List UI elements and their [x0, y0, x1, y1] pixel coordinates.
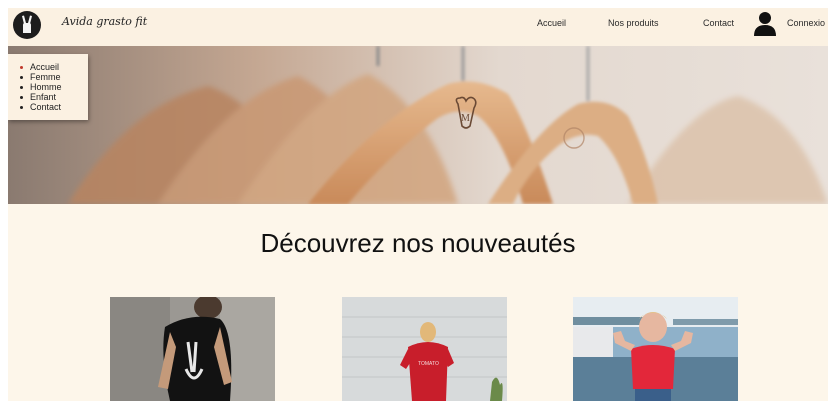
product-card-2[interactable]: TOMATO [342, 297, 507, 401]
side-menu-enfant[interactable]: Enfant [20, 92, 88, 102]
side-menu: Accueil Femme Homme Enfant Contact [8, 54, 88, 120]
page: Avida grasto fit Accueil Nos produits Co… [8, 8, 828, 401]
top-navbar: Avida grasto fit Accueil Nos produits Co… [8, 8, 828, 46]
svg-text:TOMATO: TOMATO [418, 361, 439, 367]
peace-hand-icon[interactable] [13, 11, 41, 39]
nav-contact[interactable]: Contact [703, 18, 734, 28]
nav-nos-produits[interactable]: Nos produits [608, 18, 659, 28]
woman-red-tshirt-dress-photo: TOMATO [342, 297, 507, 401]
brand-name[interactable]: Avida grasto fit [62, 15, 147, 28]
nav-accueil[interactable]: Accueil [537, 18, 566, 28]
man-skeleton-tshirt-photo [110, 297, 275, 401]
side-menu-accueil[interactable]: Accueil [20, 62, 88, 72]
user-icon[interactable] [752, 10, 778, 36]
side-menu-contact[interactable]: Contact [20, 102, 88, 112]
child-red-tshirt-photo [573, 297, 738, 401]
wooden-hangers-photo: M [8, 46, 828, 204]
svg-text:M: M [461, 113, 470, 124]
section-title: Découvrez nos nouveautés [260, 228, 576, 258]
nav-connexion[interactable]: Connexio [787, 18, 825, 28]
side-menu-homme[interactable]: Homme [20, 82, 88, 92]
hero-banner: M [8, 46, 828, 204]
product-card-1[interactable] [110, 297, 275, 401]
side-menu-femme[interactable]: Femme [20, 72, 88, 82]
product-card-3[interactable] [573, 297, 738, 401]
